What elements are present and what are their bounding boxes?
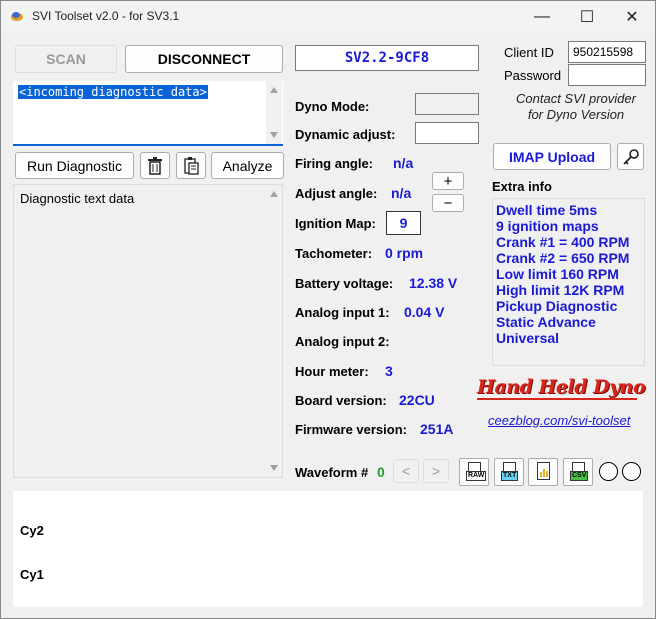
extra-info-line: Crank #1 = 400 RPM [496,234,630,250]
close-button[interactable]: ✕ [609,1,655,32]
scroll-down-icon[interactable] [270,465,278,471]
key-icon [622,148,639,165]
contact-note: Contact SVI provider for Dyno Version [501,91,651,123]
analyze-button[interactable]: Analyze [211,152,284,179]
raw-tag: RAW [466,471,487,481]
export-chart-button[interactable] [528,458,558,486]
key-button[interactable] [617,143,644,170]
client-id-field[interactable]: 950215598 [568,41,646,63]
analog-input-1-value: 0.04 V [404,304,445,320]
battery-voltage-label: Battery voltage: [295,276,394,291]
dyno-mode-label: Dyno Mode: [295,99,370,114]
hour-meter-label: Hour meter: [295,364,369,379]
analog-input-1-label: Analog input 1: [295,305,390,320]
title-bar: SVI Toolset v2.0 - for SV3.1 — ☐ ✕ [1,1,655,32]
disconnect-button[interactable]: DISCONNECT [125,45,283,73]
waveform-number: 0 [377,464,385,480]
waveform-next-button[interactable]: > [423,459,449,483]
extra-info-line: High limit 12K RPM [496,282,625,298]
ignition-map-label: Ignition Map: [295,216,376,231]
adjust-angle-value: n/a [391,185,412,201]
maximize-button[interactable]: ☐ [564,1,610,32]
incoming-data-box[interactable]: <incoming diagnostic data> [13,81,283,146]
extra-info-line: Pickup Diagnostic [496,298,618,314]
txt-tag: TXT [501,471,519,481]
indicator-light-1 [599,462,618,481]
cylinder-1-label: Cy1 [20,567,44,582]
password-label: Password [504,68,562,83]
scroll-up-icon[interactable] [270,87,278,93]
adjust-angle-label: Adjust angle: [295,186,378,201]
clipboard-icon [184,156,199,175]
extra-info-title: Extra info [492,179,552,194]
adjust-minus-button[interactable]: − [432,194,464,212]
csv-tag: CSV [570,471,589,481]
board-version-label: Board version: [295,393,387,408]
firmware-version-value: 251A [420,421,454,437]
waveform-label: Waveform # [295,465,369,480]
device-id-display: SV2.2-9CF8 [295,45,479,71]
dynamic-adjust-label: Dynamic adjust: [295,127,396,142]
analog-input-2-label: Analog input 2: [295,334,390,349]
delete-button[interactable] [140,152,170,179]
extra-info-line: Crank #2 = 650 RPM [496,250,630,266]
extra-info-line: Low limit 160 RPM [496,266,619,282]
brand-logo: Hand Held Dyno [477,376,646,398]
firmware-version-label: Firmware version: [295,422,407,437]
run-diagnostic-button[interactable]: Run Diagnostic [15,152,134,179]
app-window: SVI Toolset v2.0 - for SV3.1 — ☐ ✕ SCAN … [0,0,656,619]
password-field[interactable] [568,64,646,86]
diagnostic-text: Diagnostic text data [20,191,135,206]
scroll-up-icon[interactable] [270,191,278,197]
trash-icon [148,156,162,175]
indicator-light-2 [622,462,641,481]
incoming-scrollbar[interactable] [266,81,282,144]
ignition-map-field[interactable]: 9 [386,211,421,235]
app-icon [11,12,23,21]
export-csv-button[interactable]: CSV [563,458,593,486]
hour-meter-value: 3 [385,363,393,379]
scroll-down-icon[interactable] [270,132,278,138]
firing-angle-label: Firing angle: [295,156,373,171]
firing-angle-value: n/a [393,155,414,171]
adjust-plus-button[interactable]: + [432,172,464,190]
diagnostic-text-area[interactable]: Diagnostic text data [13,184,283,478]
client-id-label: Client ID [504,45,554,60]
contact-note-line-2: for Dyno Version [527,107,625,122]
imap-upload-button[interactable]: IMAP Upload [493,143,611,170]
waveform-prev-button[interactable]: < [393,459,419,483]
export-txt-button[interactable]: TXT [494,458,524,486]
waveform-plot[interactable]: Cy2 Cy1 [13,491,643,607]
extra-info-box: Dwell time 5ms 9 ignition maps Crank #1 … [492,198,645,366]
cylinder-2-label: Cy2 [20,523,44,538]
diagnostic-scrollbar[interactable] [266,185,282,477]
extra-info-line: Universal [496,330,560,346]
dyno-mode-field[interactable] [415,93,479,115]
extra-info-line: Dwell time 5ms [496,202,598,218]
dynamic-adjust-field[interactable] [415,122,479,144]
incoming-data-text: <incoming diagnostic data> [18,85,208,99]
extra-info-line: 9 ignition maps [496,218,599,234]
export-raw-button[interactable]: RAW [459,458,489,486]
brand-underline [477,398,637,400]
website-link[interactable]: ceezblog.com/svi-toolset [488,413,630,428]
minimize-button[interactable]: — [519,1,565,32]
window-title: SVI Toolset v2.0 - for SV3.1 [32,9,180,23]
tachometer-value: 0 rpm [385,245,424,261]
tachometer-label: Tachometer: [295,246,373,261]
extra-info-line: Static Advance [496,314,596,330]
chart-icon [540,469,548,477]
contact-note-line-1: Contact SVI provider [516,91,636,106]
battery-voltage-value: 12.38 V [409,275,458,291]
board-version-value: 22CU [399,392,435,408]
scan-button[interactable]: SCAN [15,45,117,73]
copy-button[interactable] [176,152,206,179]
